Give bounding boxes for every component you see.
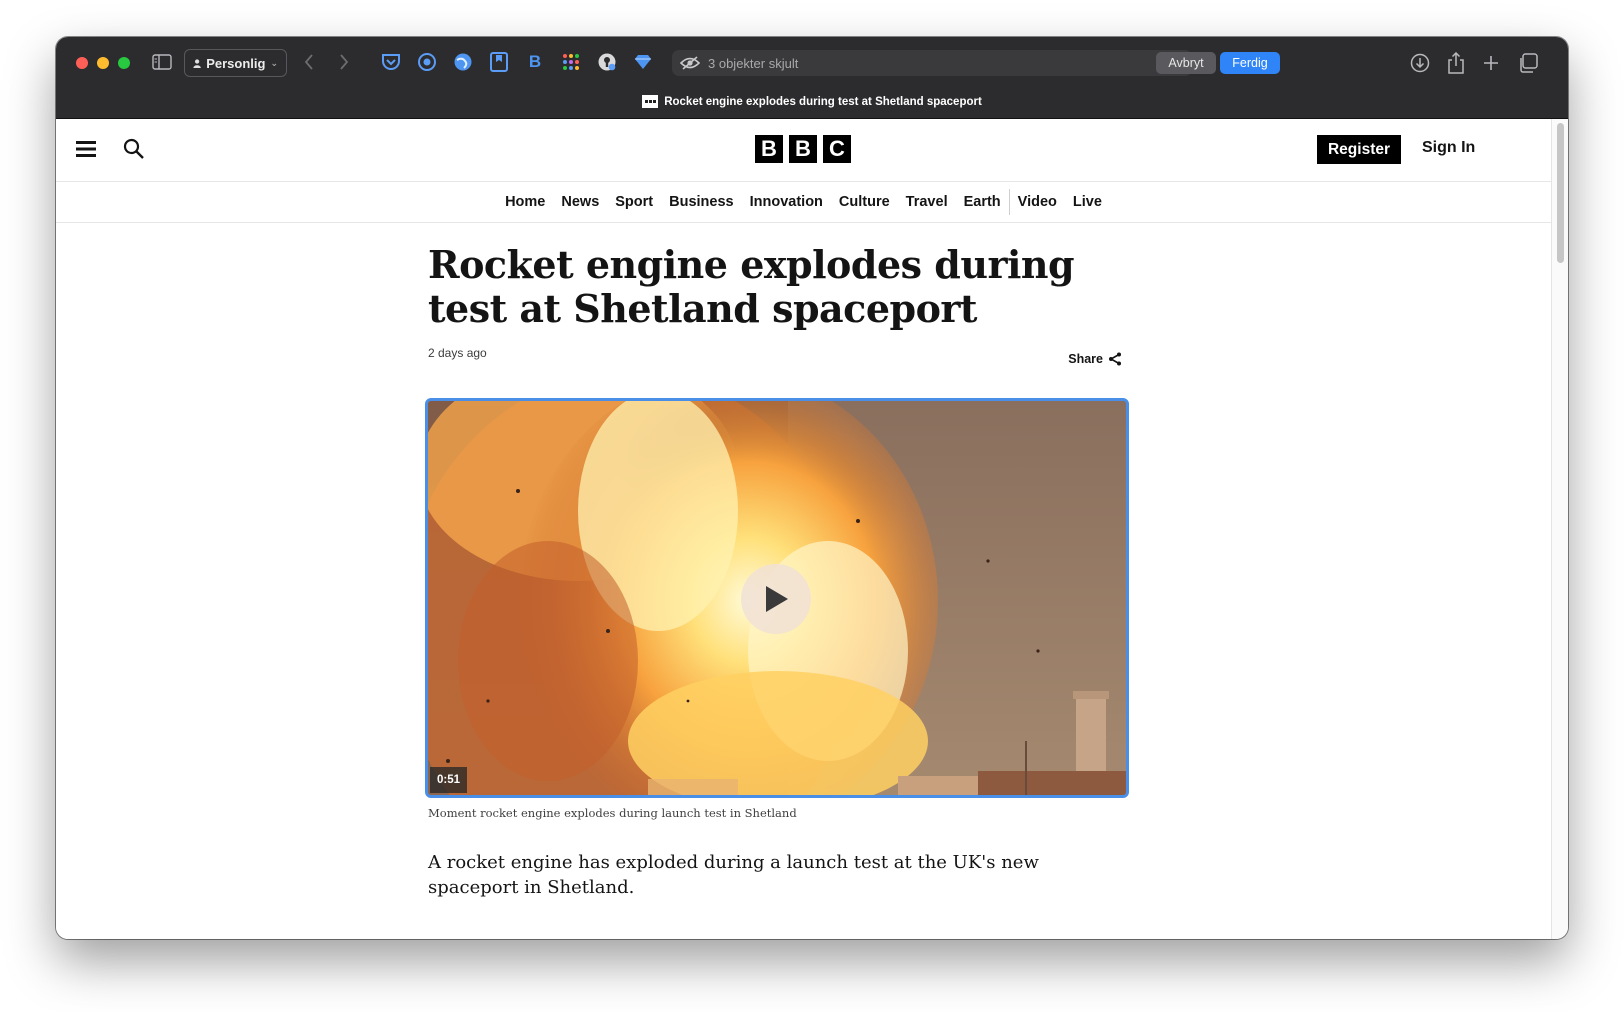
article-lead-paragraph: A rocket engine has exploded during a la…: [428, 852, 1039, 898]
hidden-objects-text: 3 objekter skjult: [708, 55, 799, 71]
primary-nav: Home News Sport Business Innovation Cult…: [56, 182, 1551, 223]
forward-arrow-icon[interactable]: [335, 51, 353, 73]
profile-label: Personlig: [206, 55, 266, 71]
nav-news[interactable]: News: [553, 189, 607, 215]
site-header: B B C Register Sign In: [56, 119, 1551, 182]
bbc-logo[interactable]: B B C: [755, 135, 851, 163]
nav-business[interactable]: Business: [661, 189, 741, 215]
address-bar[interactable]: 3 objekter skjult: [672, 50, 1192, 76]
done-button[interactable]: Ferdig: [1220, 52, 1280, 74]
play-icon: [766, 586, 788, 612]
nav-live[interactable]: Live: [1065, 189, 1110, 215]
bbc-favicon-icon: [642, 95, 659, 108]
profile-switcher[interactable]: Personlig ⌄: [184, 49, 287, 77]
hidden-eye-icon: [680, 56, 700, 70]
share-button[interactable]: Share: [1068, 352, 1122, 366]
apps-grid-extension-icon[interactable]: [560, 51, 582, 73]
sign-in-link[interactable]: Sign In: [1422, 139, 1475, 157]
nav-travel[interactable]: Travel: [898, 189, 956, 215]
browser-window: Personlig ⌄ B 3 objekter skjult Avbryt F…: [56, 37, 1568, 939]
tab-title-text: Rocket engine explodes during test at Sh…: [664, 95, 982, 108]
tab-overview-icon[interactable]: [1517, 52, 1539, 74]
share-page-icon[interactable]: [1445, 52, 1467, 74]
back-arrow-icon[interactable]: [300, 51, 318, 73]
share-icon: [1109, 352, 1121, 366]
hamburger-menu-icon[interactable]: [75, 138, 97, 160]
zoom-window-button[interactable]: [118, 57, 130, 69]
close-window-button[interactable]: [76, 57, 88, 69]
active-tab[interactable]: Rocket engine explodes during test at Sh…: [56, 95, 1568, 108]
video-player[interactable]: 0:51: [425, 398, 1129, 798]
target-extension-icon[interactable]: [416, 51, 438, 73]
article: Rocket engine explodes during test at Sh…: [425, 242, 1129, 900]
nav-culture[interactable]: Culture: [831, 189, 898, 215]
search-icon[interactable]: [122, 137, 146, 161]
scrollbar-thumb[interactable]: [1557, 123, 1564, 263]
new-tab-plus-icon[interactable]: [1480, 52, 1502, 74]
article-headline: Rocket engine explodes during test at Sh…: [428, 242, 1075, 331]
pocket-extension-icon[interactable]: [380, 51, 402, 73]
nav-video[interactable]: Video: [1008, 189, 1065, 215]
logo-letter: B: [755, 135, 783, 163]
cancel-button[interactable]: Avbryt: [1156, 52, 1216, 74]
register-button[interactable]: Register: [1317, 135, 1401, 164]
video-duration-badge: 0:51: [430, 767, 468, 793]
nav-innovation[interactable]: Innovation: [742, 189, 831, 215]
play-button[interactable]: [741, 564, 811, 634]
globe-extension-icon[interactable]: [452, 51, 474, 73]
article-timestamp: 2 days ago: [428, 346, 487, 360]
minimize-window-button[interactable]: [97, 57, 109, 69]
sidebar-toggle-icon[interactable]: [151, 53, 173, 71]
logo-letter: B: [789, 135, 817, 163]
page-scrollbar[interactable]: [1551, 119, 1568, 939]
b-extension-icon[interactable]: B: [524, 51, 546, 73]
bookmark-extension-icon[interactable]: [488, 51, 510, 73]
video-caption: Moment rocket engine explodes during lau…: [428, 806, 797, 820]
browser-toolbar: Personlig ⌄ B 3 objekter skjult Avbryt F…: [56, 37, 1568, 119]
person-icon: [193, 58, 201, 68]
web-page: B B C Register Sign In Home News Sport B…: [56, 119, 1551, 939]
nav-sport[interactable]: Sport: [607, 189, 661, 215]
logo-letter: C: [823, 135, 851, 163]
share-label: Share: [1068, 352, 1103, 366]
window-controls: [76, 57, 130, 69]
password-extension-icon[interactable]: [596, 51, 618, 73]
downloads-icon[interactable]: [1409, 52, 1431, 74]
nav-earth[interactable]: Earth: [956, 189, 1009, 215]
chevron-down-icon: ⌄: [270, 57, 278, 68]
gem-extension-icon[interactable]: [632, 51, 654, 73]
nav-home[interactable]: Home: [497, 189, 553, 215]
article-meta: 2 days ago Share: [428, 346, 1128, 386]
